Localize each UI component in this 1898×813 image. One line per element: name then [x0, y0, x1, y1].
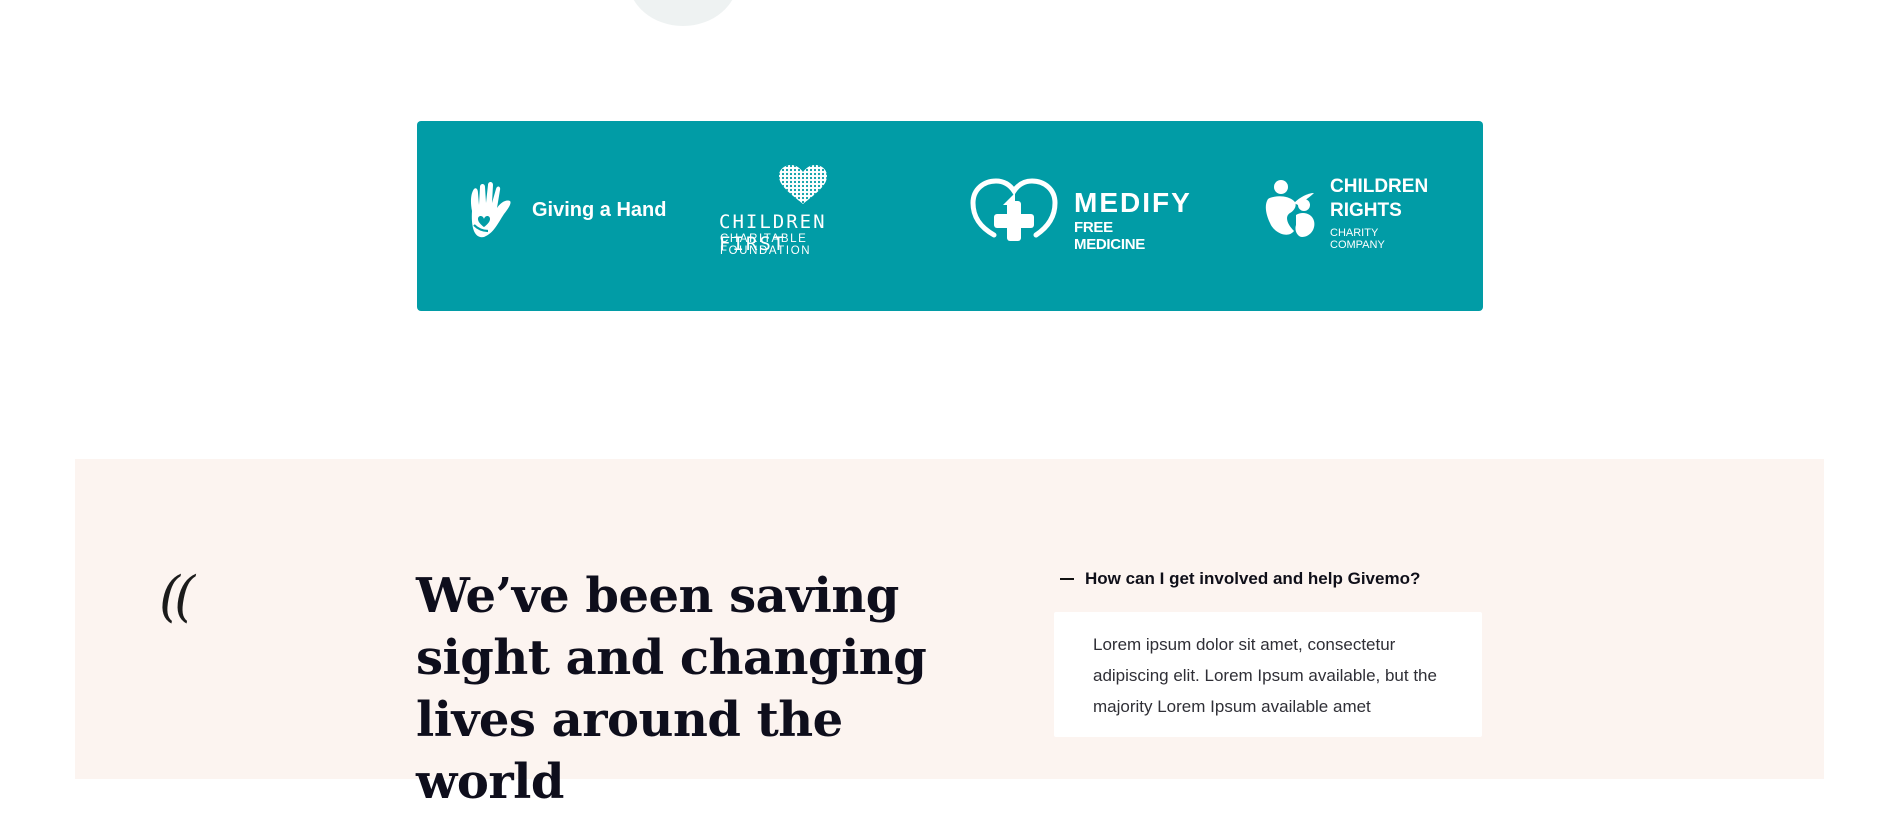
helping-hand-icon: [470, 182, 511, 238]
faq-answer: Lorem ipsum dolor sit amet, consectetur …: [1093, 635, 1437, 716]
partner-name: Giving a Hand: [532, 199, 667, 221]
decorative-blob: [628, 0, 738, 26]
collapse-icon: [1060, 578, 1074, 580]
partner-tagline: FREE MEDICINE: [1074, 219, 1145, 253]
section-headline: We’ve been saving sight and changing liv…: [416, 568, 927, 810]
faq-question: How can I get involved and help Givemo?: [1085, 569, 1421, 588]
faq-answer-card: Lorem ipsum dolor sit amet, consectetur …: [1054, 612, 1482, 737]
heart-icon: [779, 165, 827, 204]
parent-child-icon: [1265, 180, 1315, 237]
quote-mark-icon: ((: [159, 565, 195, 628]
partner-logos-band: Giving a Hand CHILDREN FIRST CHARITABLE …: [417, 121, 1483, 311]
partner-tagline: CHARITY COMPANY: [1330, 227, 1385, 251]
partner-name: CHILDREN RIGHTS: [1330, 176, 1429, 221]
partner-name: MEDIFY: [1074, 187, 1192, 218]
partner-children-rights[interactable]: CHILDREN RIGHTS CHARITY COMPANY: [417, 121, 1428, 251]
heart-cross-icon: [970, 178, 1058, 241]
partner-giving-a-hand[interactable]: Giving a Hand: [417, 121, 667, 311]
faq-question-toggle[interactable]: How can I get involved and help Givemo?: [1060, 569, 1420, 589]
partner-tagline: CHARITABLE FOUNDATION: [720, 233, 812, 257]
testimonial-faq-section: (( We’ve been saving sight and changing …: [75, 459, 1824, 810]
